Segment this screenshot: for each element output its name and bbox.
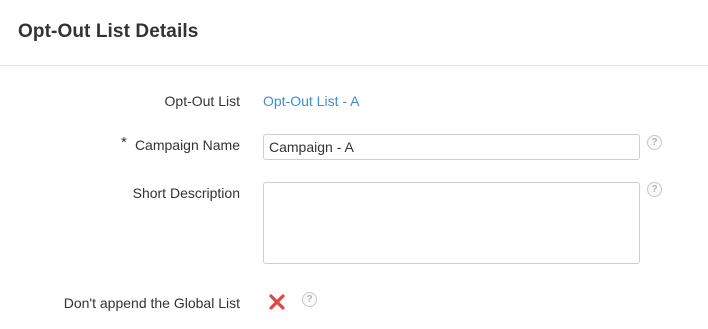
short-description-textarea[interactable] [263,182,640,264]
dont-append-global-label: Don't append the Global List [63,295,240,311]
required-asterisk: * [121,134,127,151]
short-description-row: Short Description ? [0,182,708,264]
short-description-help-icon[interactable]: ? [647,182,662,197]
red-x-icon-svg [269,294,285,310]
short-description-label: Short Description [132,185,240,201]
campaign-name-label: Campaign Name [134,137,240,153]
red-x-icon[interactable] [268,293,286,311]
opt-out-list-row: Opt-Out List Opt-Out List - A [0,92,708,112]
campaign-name-help-icon[interactable]: ? [647,135,662,150]
dont-append-global-row: Don't append the Global List ? [0,292,708,312]
page-title: Opt-Out List Details [18,20,199,42]
panel-header: Opt-Out List Details [0,0,708,66]
opt-out-list-details-panel: Opt-Out List Details Opt-Out List Opt-Ou… [0,0,708,329]
opt-out-list-label: Opt-Out List [164,93,240,109]
campaign-name-input[interactable] [263,134,640,160]
campaign-name-row: * Campaign Name ? [0,134,708,161]
dont-append-global-help-icon[interactable]: ? [302,292,317,307]
opt-out-list-link[interactable]: Opt-Out List - A [263,93,359,109]
